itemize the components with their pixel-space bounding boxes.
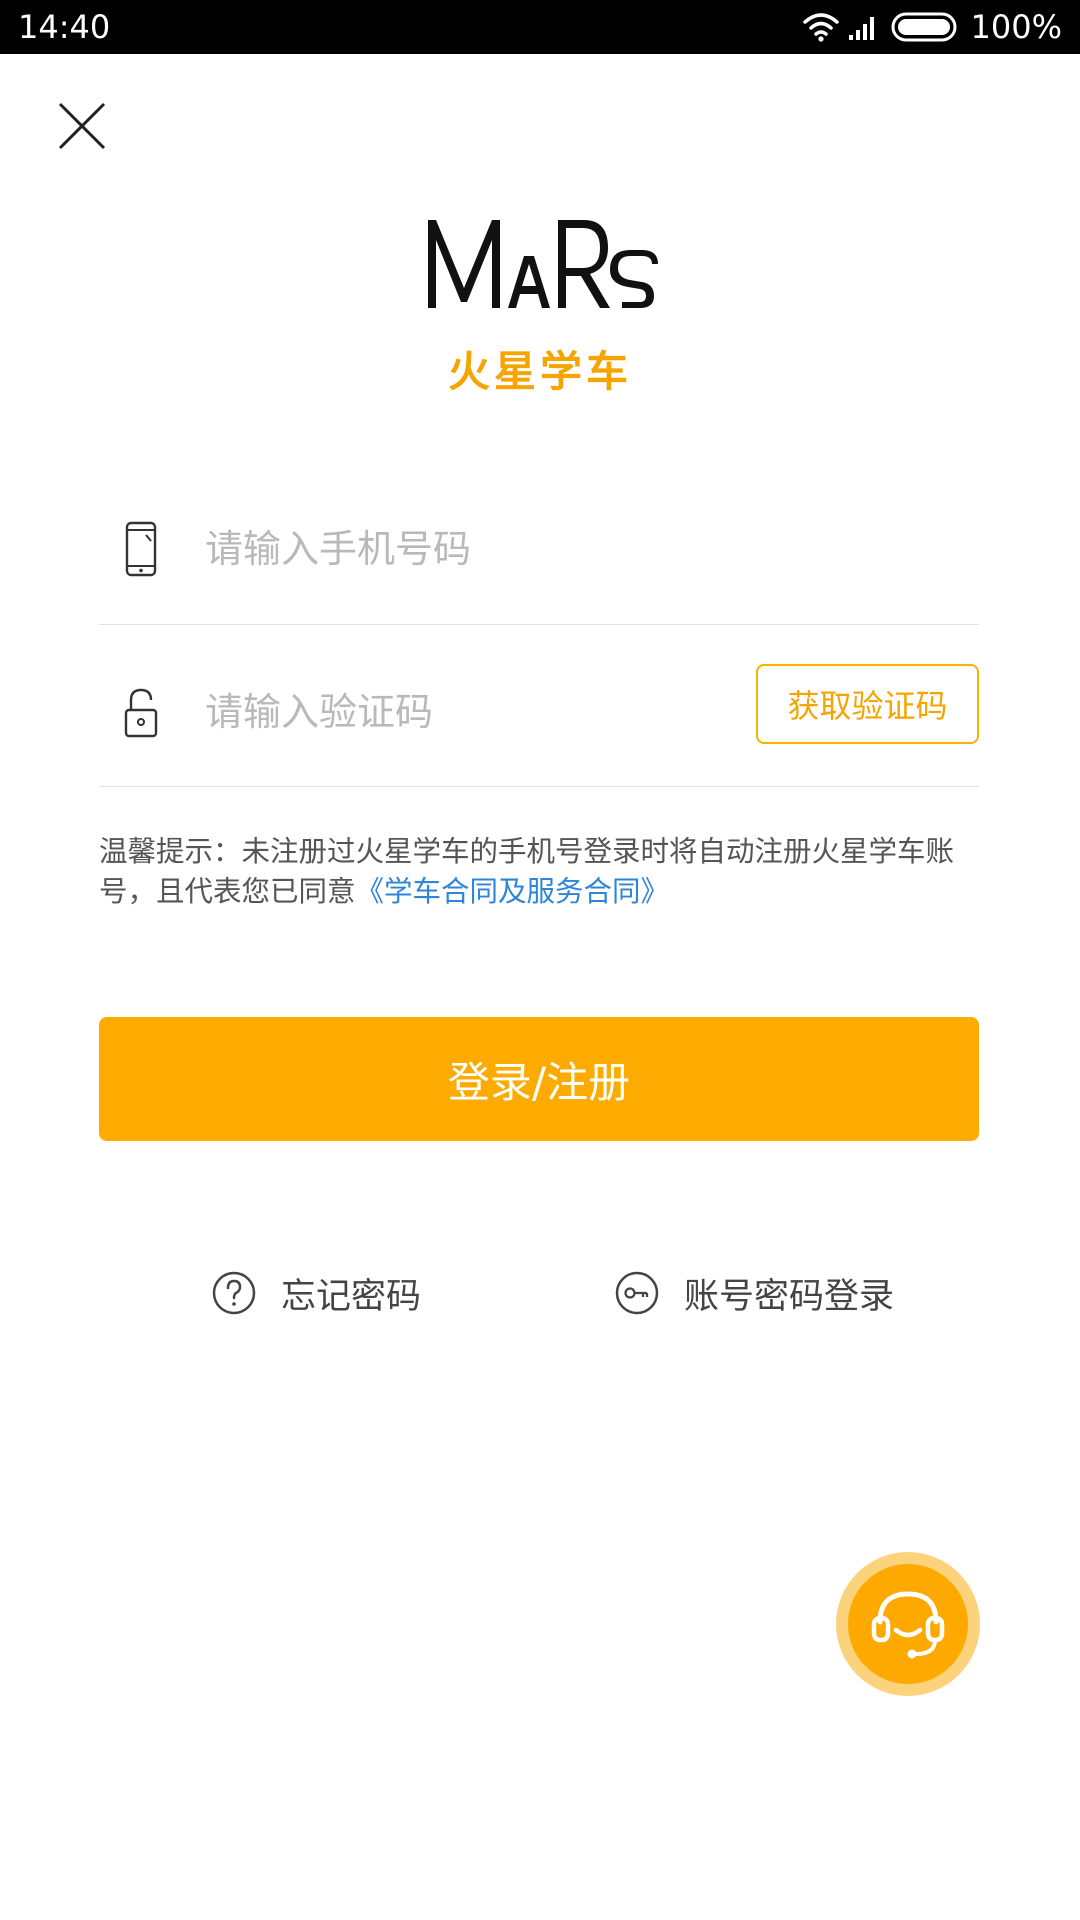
close-button[interactable]: [52, 96, 112, 156]
key-icon: [614, 1270, 684, 1316]
account-password-login-link[interactable]: 账号密码登录: [614, 1265, 894, 1321]
question-icon: [211, 1270, 281, 1316]
forgot-password-label: 忘记密码: [281, 1276, 422, 1317]
account-password-login-label: 账号密码登录: [684, 1276, 895, 1317]
wifi-icon: [802, 12, 839, 42]
logo-wordmark: [0, 192, 1080, 316]
phone-field: [99, 505, 979, 625]
get-code-button[interactable]: 获取验证码: [756, 664, 979, 744]
login-register-button[interactable]: 登录/注册: [99, 1017, 979, 1141]
lock-icon: [121, 684, 161, 740]
forgot-password-link[interactable]: 忘记密码: [211, 1265, 421, 1321]
status-bar: 14:40 100%: [0, 0, 1080, 54]
battery-percent: 100%: [970, 8, 1062, 46]
logo-subtitle: 火星学车: [447, 347, 632, 396]
status-right: 100%: [802, 8, 1062, 46]
close-icon: [52, 102, 112, 160]
phone-input[interactable]: [205, 519, 905, 579]
agreement-tip: 温馨提示：未注册过火星学车的手机号登录时将自动注册火星学车账号，且代表您已同意《…: [99, 832, 984, 912]
customer-service-inner: [848, 1564, 968, 1684]
verification-code-input[interactable]: [205, 682, 705, 742]
status-time: 14:40: [18, 8, 111, 46]
signal-icon: [847, 13, 879, 41]
verification-code-field: 获取验证码: [99, 664, 979, 787]
mars-logo: [428, 220, 658, 308]
battery-icon: [891, 12, 961, 42]
headset-icon: [866, 1580, 950, 1668]
customer-service-button[interactable]: [836, 1552, 980, 1696]
phone-icon: [121, 521, 161, 577]
contract-link[interactable]: 《学车合同及服务合同》: [356, 875, 670, 908]
